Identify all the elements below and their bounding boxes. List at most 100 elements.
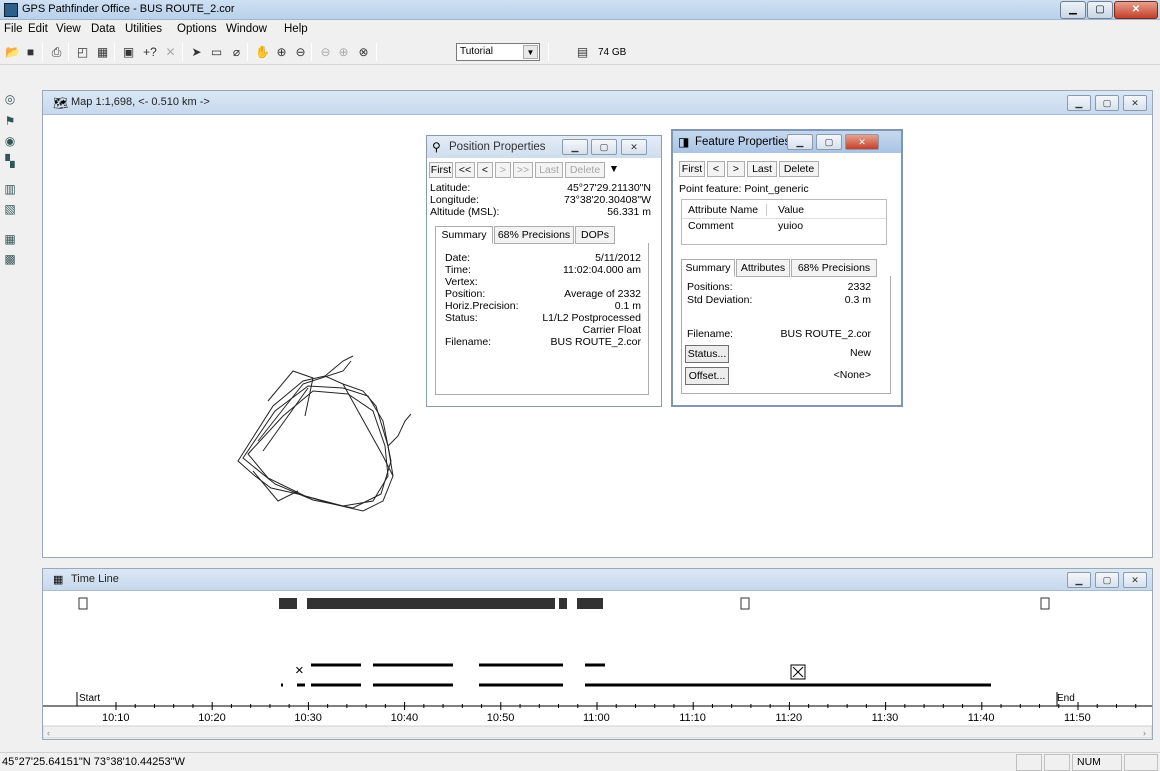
timeline-canvas[interactable]: × Start End 10:10 10:20 10:30 10:40 10:50 11:…: [43, 592, 1152, 739]
feature-tab-summary[interactable]: Summary: [681, 259, 735, 277]
close-file-icon[interactable]: ✕: [162, 44, 179, 60]
minimize-button[interactable]: ▁: [1060, 1, 1086, 19]
feature-close-button[interactable]: ✕: [845, 134, 879, 150]
close-button[interactable]: ✕: [1114, 1, 1158, 19]
timeline-maximize-button[interactable]: ▢: [1095, 572, 1119, 588]
import-icon[interactable]: ▩: [2, 252, 18, 267]
date-value: 5/11/2012: [595, 252, 641, 264]
menu-utilities[interactable]: Utilities: [125, 23, 162, 35]
menu-data[interactable]: Data: [91, 23, 115, 35]
eraser-icon[interactable]: ⌀: [228, 44, 245, 60]
target-icon[interactable]: ◉: [2, 134, 18, 149]
properties-icon[interactable]: ▣: [120, 44, 137, 60]
export-icon[interactable]: ▦: [2, 232, 18, 247]
timeline-window: ▦ Time Line ▁ ▢ ✕ × Start End 10:10 10:2…: [42, 568, 1153, 740]
toolbar-separator: [376, 43, 377, 61]
project-folder-icon[interactable]: ▤: [574, 44, 591, 60]
print-icon[interactable]: ⎙: [48, 44, 65, 60]
timeline-close-button[interactable]: ✕: [1123, 572, 1147, 588]
chevron-down-icon[interactable]: ▼: [523, 45, 538, 59]
feature-status-value: New: [849, 347, 871, 359]
nav-prev-button[interactable]: <: [477, 162, 493, 178]
data-dictionary-icon[interactable]: ▥: [2, 182, 18, 197]
toolbar-separator: [114, 43, 115, 61]
feature-tab-attributes[interactable]: Attributes: [736, 259, 790, 277]
position-close-button[interactable]: ✕: [621, 139, 647, 155]
zoom-out-icon[interactable]: ⊖: [292, 44, 309, 60]
zoom-previous-icon[interactable]: ⊖: [317, 44, 334, 60]
position-value: Average of 2332: [564, 288, 641, 300]
status-value: L1/L2 Postprocessed: [542, 312, 641, 324]
map-minimize-button[interactable]: ▁: [1067, 95, 1091, 111]
position-minimize-button[interactable]: ▁: [562, 139, 588, 155]
tick-label: 10:10: [102, 712, 130, 724]
timeline-scrollbar[interactable]: [43, 725, 1152, 739]
feature-nav-prev-button[interactable]: <: [707, 161, 725, 177]
tab-68-precisions[interactable]: 68% Precisions: [494, 226, 574, 244]
background-icon[interactable]: ▧: [2, 202, 18, 217]
feature-nav-last-button[interactable]: Last: [747, 161, 777, 177]
positions-label: Positions:: [687, 281, 733, 293]
attribute-table[interactable]: Attribute Name Value Comment yuioo: [681, 199, 887, 245]
select-arrow-icon[interactable]: ➤: [188, 44, 205, 60]
scroll-left-icon[interactable]: ‹: [47, 728, 50, 738]
feature-maximize-button[interactable]: ▢: [816, 134, 842, 150]
open-folder-icon[interactable]: 📂: [4, 44, 21, 60]
menu-help[interactable]: Help: [284, 23, 308, 35]
menu-edit[interactable]: Edit: [28, 23, 48, 35]
menu-options[interactable]: Options: [177, 23, 217, 35]
nav-next-button[interactable]: >: [495, 162, 511, 178]
layers-icon[interactable]: ▚: [2, 154, 18, 169]
feature-nav-first-button[interactable]: First: [679, 161, 705, 177]
save-icon[interactable]: ■: [22, 44, 39, 60]
feature-minimize-button[interactable]: ▁: [787, 134, 813, 150]
attribute-name-header[interactable]: Attribute Name: [688, 204, 768, 216]
zoom-in-icon[interactable]: ⊕: [273, 44, 290, 60]
status-button[interactable]: Status...: [685, 345, 729, 363]
file-marker-icon: [78, 597, 88, 610]
tick-label: 10:40: [391, 712, 419, 724]
pan-hand-icon[interactable]: ✋: [254, 44, 271, 60]
left-toolbar: ◎ ⚑ ◉ ▚ ▥ ▧ ▦ ▩: [0, 88, 20, 738]
map-close-button[interactable]: ✕: [1123, 95, 1147, 111]
feature-tab-68-precisions[interactable]: 68% Precisions: [791, 259, 877, 277]
feature-nav-next-button[interactable]: >: [727, 161, 745, 177]
attribute-value-header[interactable]: Value: [778, 204, 804, 216]
filename-label: Filename:: [445, 336, 492, 348]
maximize-button[interactable]: ▢: [1087, 1, 1113, 19]
feature-type-label: Point feature: Point_generic: [679, 183, 809, 195]
nav-next-page-button[interactable]: >>: [513, 162, 533, 178]
map-maximize-button[interactable]: ▢: [1095, 95, 1119, 111]
tab-dops[interactable]: DOPs: [575, 226, 615, 244]
chevron-down-icon[interactable]: ▼: [607, 162, 621, 178]
nav-delete-button[interactable]: Delete: [565, 162, 605, 178]
gps-track: [237, 355, 412, 512]
feature-nav-delete-button[interactable]: Delete: [779, 161, 819, 177]
position-maximize-button[interactable]: ▢: [591, 139, 617, 155]
status-value-line2: Carrier Float: [582, 324, 641, 336]
nav-prev-page-button[interactable]: <<: [455, 162, 475, 178]
nav-first-button[interactable]: First: [429, 162, 453, 178]
features-icon[interactable]: ⚑: [2, 114, 18, 129]
zoom-next-icon[interactable]: ⊕: [335, 44, 352, 60]
tab-summary[interactable]: Summary: [435, 226, 493, 244]
help-icon[interactable]: +?: [140, 44, 160, 60]
measure-icon[interactable]: ▭: [208, 44, 225, 60]
map-icon[interactable]: ◰: [74, 44, 91, 60]
status-bar: 45°27'25.64151"N 73°38'10.44253"W NUM: [0, 752, 1160, 771]
toolbar-separator: [247, 43, 248, 61]
zoom-extents-icon[interactable]: ⊗: [355, 44, 372, 60]
offset-button[interactable]: Offset...: [685, 367, 729, 385]
longitude-value: 73°38'20.30408"W: [564, 194, 651, 206]
timeline-icon[interactable]: ▦: [94, 44, 111, 60]
menu-view[interactable]: View: [56, 23, 81, 35]
gps-icon[interactable]: ◎: [2, 92, 18, 107]
menu-file[interactable]: File: [4, 23, 23, 35]
project-select[interactable]: Tutorial ▼: [456, 43, 540, 61]
menu-window[interactable]: Window: [226, 23, 267, 35]
file-marker-icon: [740, 597, 750, 610]
scroll-right-icon[interactable]: ›: [1143, 728, 1146, 738]
altitude-value: 56.331 m: [607, 206, 651, 218]
nav-last-button[interactable]: Last: [535, 162, 563, 178]
timeline-minimize-button[interactable]: ▁: [1067, 572, 1091, 588]
